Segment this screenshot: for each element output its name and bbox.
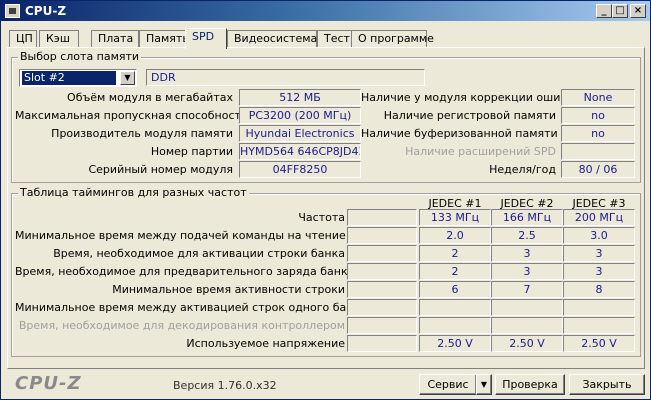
timing-cell: 3.0 — [563, 227, 635, 244]
timing-cell: 6 — [419, 281, 491, 298]
cpuz-brand-logo: CPU-Z — [15, 373, 82, 394]
maximize-icon[interactable]: □ — [612, 4, 628, 18]
timing-cell — [419, 299, 491, 316]
timing-label: Используемое напряжение — [186, 337, 345, 350]
ecc-label: Наличие у модуля коррекции ошибок — [361, 91, 581, 104]
memory-type-field: DDR — [146, 69, 425, 86]
week-year-value: 80 / 06 — [561, 161, 635, 178]
tab-about[interactable]: О программе — [351, 30, 434, 48]
timing-cell — [563, 299, 635, 316]
week-year-label: Неделя/год — [489, 163, 556, 176]
ecc-value: None — [561, 89, 635, 106]
timing-empty-cell — [347, 227, 417, 244]
registered-label: Наличие регистровой памяти — [383, 109, 556, 122]
max-bandwidth-label: Максимальная пропускная способность — [15, 109, 248, 122]
service-button[interactable]: Сервис — [419, 374, 477, 395]
timing-empty-cell — [347, 281, 417, 298]
timing-label: Частота — [298, 211, 345, 224]
buffered-label: Наличие буферизованной памяти — [361, 127, 558, 140]
timing-cell: 2.50 V — [419, 335, 491, 352]
timing-cell: 166 МГц — [491, 209, 563, 226]
module-size-label: Объём модуля в мегабайтах — [67, 91, 233, 104]
timing-label: Минимальное время между подачей команды … — [15, 229, 346, 242]
timing-label: Время, необходимое для декодирования кон… — [18, 319, 345, 332]
timing-label: Время, необходимое для активации строки … — [53, 247, 345, 260]
timing-cell: 2.0 — [419, 227, 491, 244]
tab-bench[interactable]: Тест — [317, 30, 353, 48]
timing-empty-cell — [347, 335, 417, 352]
tab-memory[interactable]: Память — [139, 30, 191, 48]
timing-empty-cell — [347, 209, 417, 226]
timing-cell: 3 — [563, 263, 635, 280]
tab-cache[interactable]: Кэш — [39, 30, 79, 48]
version-text: Версия 1.76.0.x32 — [173, 379, 277, 392]
timing-cell: 7 — [491, 281, 563, 298]
manufacturer-value: Hyundai Electronics — [239, 125, 361, 142]
timing-empty-cell — [347, 299, 417, 316]
timing-empty-cell — [347, 263, 417, 280]
timing-cell: 3 — [491, 245, 563, 262]
timing-cell: 3 — [563, 245, 635, 262]
timing-label: Время, необходимое для предварительного … — [15, 265, 355, 278]
close-button[interactable]: Закрыть — [569, 374, 645, 395]
timing-cell: 2 — [419, 263, 491, 280]
service-dropdown-chevron-down-icon[interactable]: ▼ — [476, 374, 492, 395]
close-icon[interactable]: × — [630, 4, 646, 18]
timing-cell — [491, 299, 563, 316]
timing-cell — [563, 317, 635, 334]
cpuz-window: CPU-Z _ □ × ЦП Кэш Плата Память SPD Виде… — [0, 0, 651, 400]
module-size-value: 512 МБ — [239, 89, 361, 106]
timing-cell: 200 МГц — [563, 209, 635, 226]
tab-spd[interactable]: SPD — [185, 28, 227, 49]
serial-number-label: Серийный номер модуля — [88, 163, 233, 176]
validate-button[interactable]: Проверка — [495, 374, 565, 395]
timing-cell: 2.50 V — [563, 335, 635, 352]
buffered-value: no — [561, 125, 635, 142]
manufacturer-label: Производитель модуля памяти — [51, 127, 233, 140]
timing-label: Минимальное время активности строки — [112, 283, 345, 296]
timing-cell: 2.5 — [491, 227, 563, 244]
tab-mainboard[interactable]: Плата — [91, 30, 139, 48]
timing-cell: 3 — [491, 263, 563, 280]
spd-ext-label: Наличие расширений SPD — [405, 145, 556, 158]
spd-ext-value — [561, 143, 635, 160]
timing-cell — [419, 317, 491, 334]
slot-select[interactable]: Slot #2 ▼ — [19, 69, 137, 87]
part-number-value: HYMD564 646CP8JD43 — [239, 143, 361, 160]
registered-value: no — [561, 107, 635, 124]
timing-empty-cell — [347, 245, 417, 262]
serial-number-value: 04FF8250 — [239, 161, 361, 178]
tab-cpu[interactable]: ЦП — [9, 30, 37, 48]
part-number-label: Номер партии — [150, 145, 233, 158]
window-title: CPU-Z — [25, 4, 67, 18]
slot-group-title: Выбор слота памяти — [18, 50, 142, 63]
timing-cell: 2 — [419, 245, 491, 262]
timing-cell — [491, 317, 563, 334]
minimize-icon[interactable]: _ — [596, 4, 612, 18]
timing-cell: 133 МГц — [419, 209, 491, 226]
timing-empty-cell — [347, 317, 417, 334]
max-bandwidth-value: PC3200 (200 МГц) — [239, 107, 361, 124]
tab-graphics[interactable]: Видеосистема — [227, 30, 317, 48]
chevron-down-icon[interactable]: ▼ — [120, 71, 135, 85]
timing-cell: 2.50 V — [491, 335, 563, 352]
timings-group-title: Таблица таймингов для разных частот — [18, 186, 249, 199]
title-bar[interactable]: CPU-Z _ □ × — [1, 1, 650, 21]
timing-cell: 8 — [563, 281, 635, 298]
app-icon — [5, 4, 20, 18]
timing-label: Минимальное время между активацией строк… — [15, 301, 367, 314]
slot-selected-value: Slot #2 — [22, 71, 116, 85]
